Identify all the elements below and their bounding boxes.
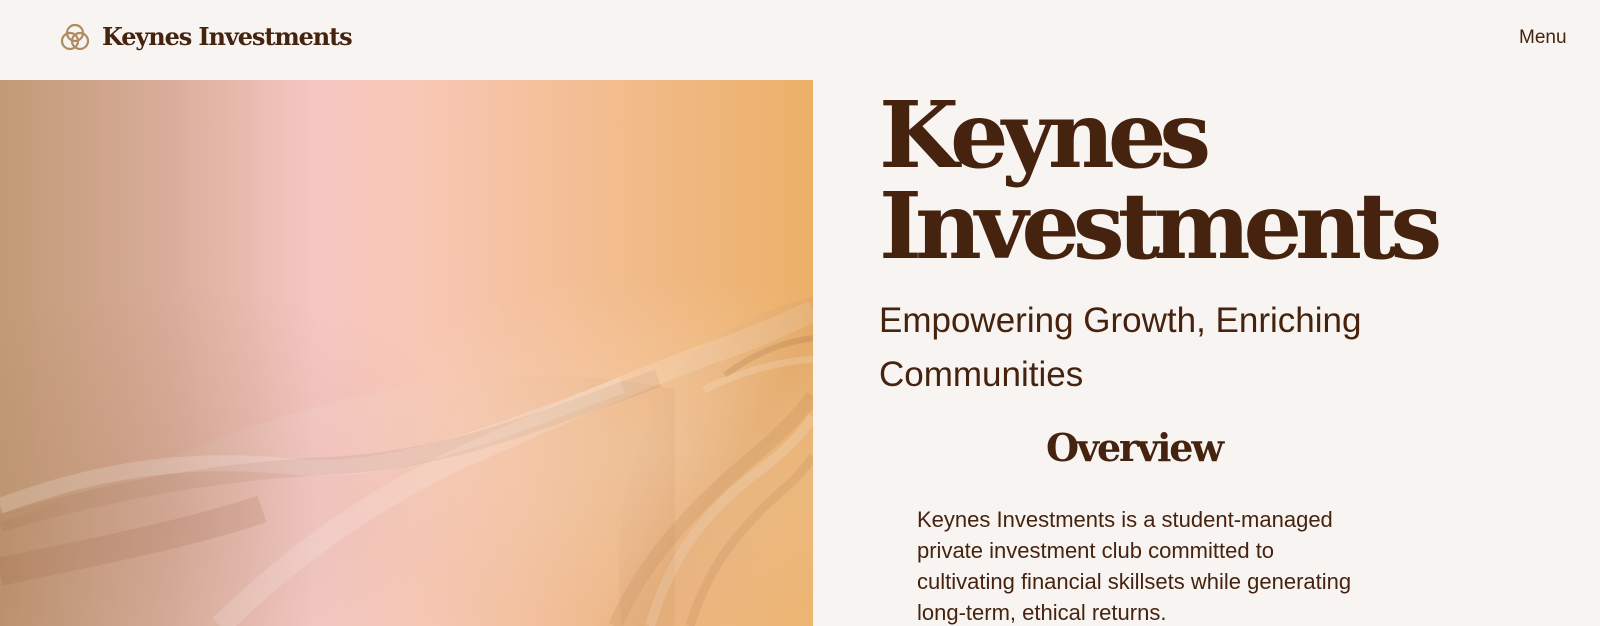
overview-description: Keynes Investments is a student-managed … <box>917 507 1352 625</box>
hero-gradient-fabric-image <box>0 80 813 626</box>
brand-name: Keynes Investments <box>102 22 353 51</box>
brand-home-link[interactable]: Keynes Investments <box>60 17 353 57</box>
hero-content: Keynes Investments Empowering Growth, En… <box>813 80 1600 626</box>
menu-button[interactable]: Menu <box>1519 25 1575 51</box>
fabric-texture-illustration <box>0 296 813 626</box>
hero-title: Keynes Investments <box>879 89 1442 272</box>
hero-title-line-2: Investments <box>879 172 1442 280</box>
site-header: Keynes Investments Menu <box>0 0 1600 80</box>
interlocking-circles-logo-icon <box>60 23 90 51</box>
hero-tagline: Empowering Growth, Enriching Communities <box>879 301 1362 394</box>
overview-heading: Overview <box>1046 425 1224 470</box>
